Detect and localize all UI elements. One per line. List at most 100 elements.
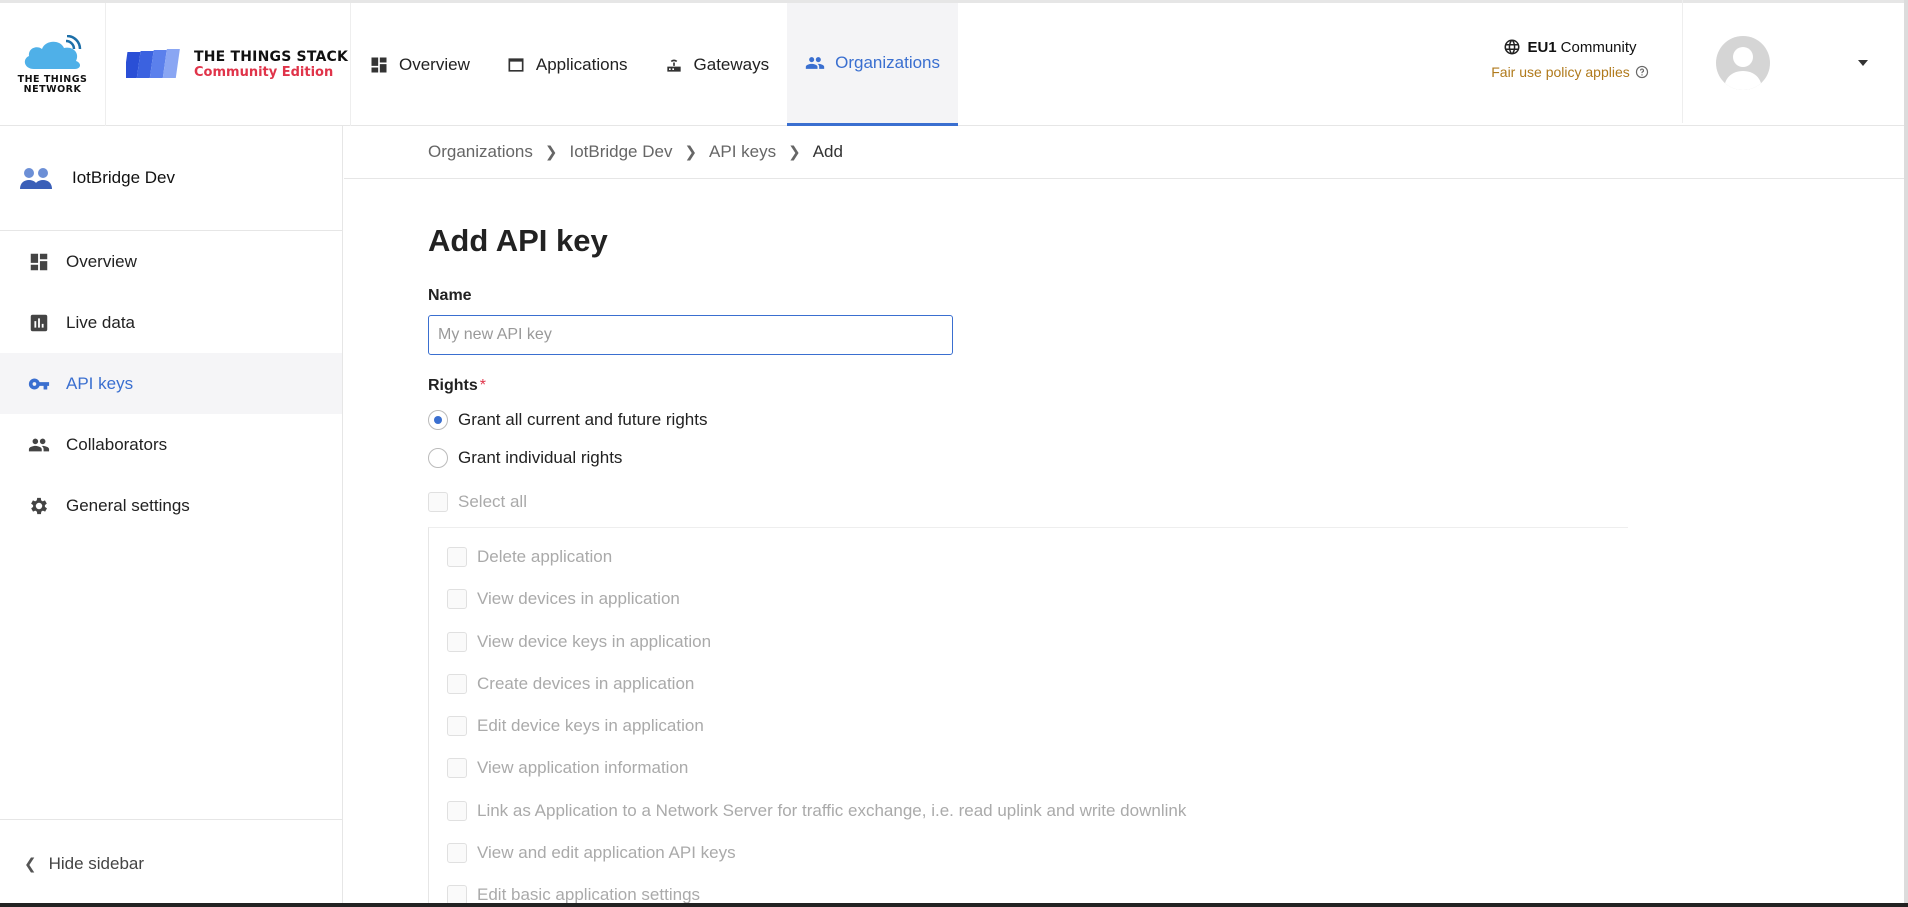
right-label: Delete application <box>477 547 613 566</box>
sidebar-item-live-data[interactable]: Live data <box>0 292 342 353</box>
tts-logo-title: THE THINGS STACK <box>194 49 349 65</box>
globe-icon <box>1504 39 1520 55</box>
select-all-checkbox[interactable]: Select all <box>428 489 1628 515</box>
help-circle-icon <box>1635 65 1648 79</box>
name-input[interactable] <box>428 315 953 355</box>
region-selector[interactable]: EU1 Community <box>1480 38 1660 56</box>
sidebar-item-label: Overview <box>66 251 137 271</box>
main-nav: Overview Applications Gateways Organizat… <box>351 3 959 126</box>
chevron-down-icon[interactable] <box>1858 60 1868 66</box>
sidebar: IotBridge Dev Overview Live data API key… <box>0 126 343 907</box>
sidebar-item-overview[interactable]: Overview <box>0 231 342 292</box>
people-icon <box>805 57 825 69</box>
right-checkbox-row[interactable]: View device keys in application <box>447 629 1628 655</box>
right-checkbox-row[interactable]: Link as Application to a Network Server … <box>447 798 1628 824</box>
nav-gateways-label: Gateways <box>693 54 770 74</box>
right-label: View device keys in application <box>477 631 712 651</box>
radio-grant-individual[interactable]: Grant individual rights <box>428 445 1628 471</box>
tts-logo-subtitle: Community Edition <box>194 65 334 80</box>
right-checkbox-row[interactable]: Edit device keys in application <box>447 713 1628 739</box>
sidebar-item-collaborators[interactable]: Collaborators <box>0 414 342 475</box>
checkbox[interactable] <box>447 547 467 567</box>
right-label: View and edit application API keys <box>477 843 736 863</box>
sidebar-item-label: Live data <box>66 312 135 332</box>
select-all-label: Select all <box>458 492 527 511</box>
key-icon <box>28 378 50 389</box>
breadcrumb-current: Add <box>812 142 843 161</box>
right-checkbox-row[interactable]: View and edit application API keys <box>447 840 1628 866</box>
add-api-key-form: Add API key Name Rights* Grant all curre… <box>428 179 1628 907</box>
name-label: Name <box>428 287 472 304</box>
nav-gateways[interactable]: Gateways <box>646 3 788 126</box>
router-icon <box>666 59 681 72</box>
radio-grant-individual-label: Grant individual rights <box>458 448 623 467</box>
fair-use-link[interactable]: Fair use policy applies <box>1480 64 1660 80</box>
region-info: EU1 Community Fair use policy applies <box>1480 38 1660 80</box>
checkbox[interactable] <box>428 492 448 512</box>
sidebar-item-label: API keys <box>66 373 134 393</box>
breadcrumb: Organizations ❯ IotBridge Dev ❯ API keys… <box>344 126 1904 179</box>
chevron-left-icon: ❮ <box>24 855 37 873</box>
page-title: Add API key <box>428 223 608 258</box>
avatar[interactable] <box>1716 36 1770 90</box>
sidebar-org-header: IotBridge Dev <box>0 126 342 231</box>
required-mark: * <box>479 377 487 394</box>
dashboard-icon <box>30 253 48 270</box>
checkbox[interactable] <box>447 800 467 821</box>
radio-button[interactable] <box>428 448 448 468</box>
right-label: View application information <box>477 758 689 778</box>
rights-label: Rights * <box>428 377 1628 395</box>
people-icon <box>28 438 50 451</box>
ttn-logo[interactable]: THE THINGS NETWORK <box>0 3 106 126</box>
dashboard-icon <box>371 57 387 72</box>
chart-icon <box>30 314 48 331</box>
org-name: IotBridge Dev <box>72 168 175 187</box>
sidebar-item-api-keys[interactable]: API keys <box>0 353 342 414</box>
user-silhouette-icon <box>1724 47 1762 90</box>
right-checkbox-row[interactable]: View application information <box>447 755 1628 781</box>
chevron-right-icon: ❯ <box>788 144 801 161</box>
ttn-logo-text: THE THINGS NETWORK <box>17 73 88 95</box>
nav-overview-label: Overview <box>399 54 470 74</box>
window-icon <box>508 57 524 72</box>
right-label: Create devices in application <box>477 673 695 693</box>
checkbox[interactable] <box>447 843 467 864</box>
profile-divider <box>1682 0 1683 123</box>
sidebar-menu: Overview Live data API keys Collaborator… <box>0 231 342 536</box>
gear-icon <box>31 497 47 514</box>
rights-list: Delete application View devices in appli… <box>428 527 1628 907</box>
right-checkbox-row[interactable]: Delete application <box>447 544 1628 570</box>
breadcrumb-api-keys[interactable]: API keys <box>709 142 776 162</box>
chevron-right-icon: ❯ <box>684 144 698 161</box>
nav-organizations-label: Organizations <box>835 53 941 72</box>
tts-logo[interactable]: THE THINGS STACK Community Edition <box>106 3 351 126</box>
sidebar-item-general-settings[interactable]: General settings <box>0 475 342 536</box>
checkbox[interactable] <box>447 589 467 610</box>
right-label: Edit device keys in application <box>477 716 704 736</box>
window-bottom-edge <box>0 903 1908 907</box>
breadcrumb-org[interactable]: IotBridge Dev <box>569 142 672 162</box>
scrollbar[interactable] <box>1904 0 1908 907</box>
right-checkbox-row[interactable]: View devices in application <box>447 586 1628 612</box>
nav-organizations[interactable]: Organizations <box>787 3 959 126</box>
radio-grant-all[interactable]: Grant all current and future rights <box>428 407 1628 433</box>
region-name: EU1 <box>1527 38 1557 56</box>
right-checkbox-row[interactable]: Create devices in application <box>447 671 1628 697</box>
checkbox[interactable] <box>447 673 467 694</box>
breadcrumb-organizations[interactable]: Organizations <box>428 142 533 162</box>
checkbox[interactable] <box>447 758 467 779</box>
checkbox[interactable] <box>447 631 467 652</box>
nav-overview[interactable]: Overview <box>351 3 488 126</box>
stack-cards-icon <box>126 48 180 78</box>
rights-label-text: Rights <box>428 377 478 394</box>
radio-button-checked[interactable] <box>428 410 448 430</box>
sidebar-item-label: General settings <box>66 495 190 515</box>
nav-applications[interactable]: Applications <box>488 3 646 126</box>
nav-applications-label: Applications <box>535 54 628 74</box>
right-label: Link as Application to a Network Server … <box>477 800 1187 820</box>
chevron-right-icon: ❯ <box>544 144 558 161</box>
fair-use-label: Fair use policy applies <box>1491 64 1630 80</box>
checkbox[interactable] <box>447 716 467 737</box>
hide-sidebar-button[interactable]: ❮ Hide sidebar <box>0 819 342 907</box>
right-label: View devices in application <box>477 589 680 609</box>
